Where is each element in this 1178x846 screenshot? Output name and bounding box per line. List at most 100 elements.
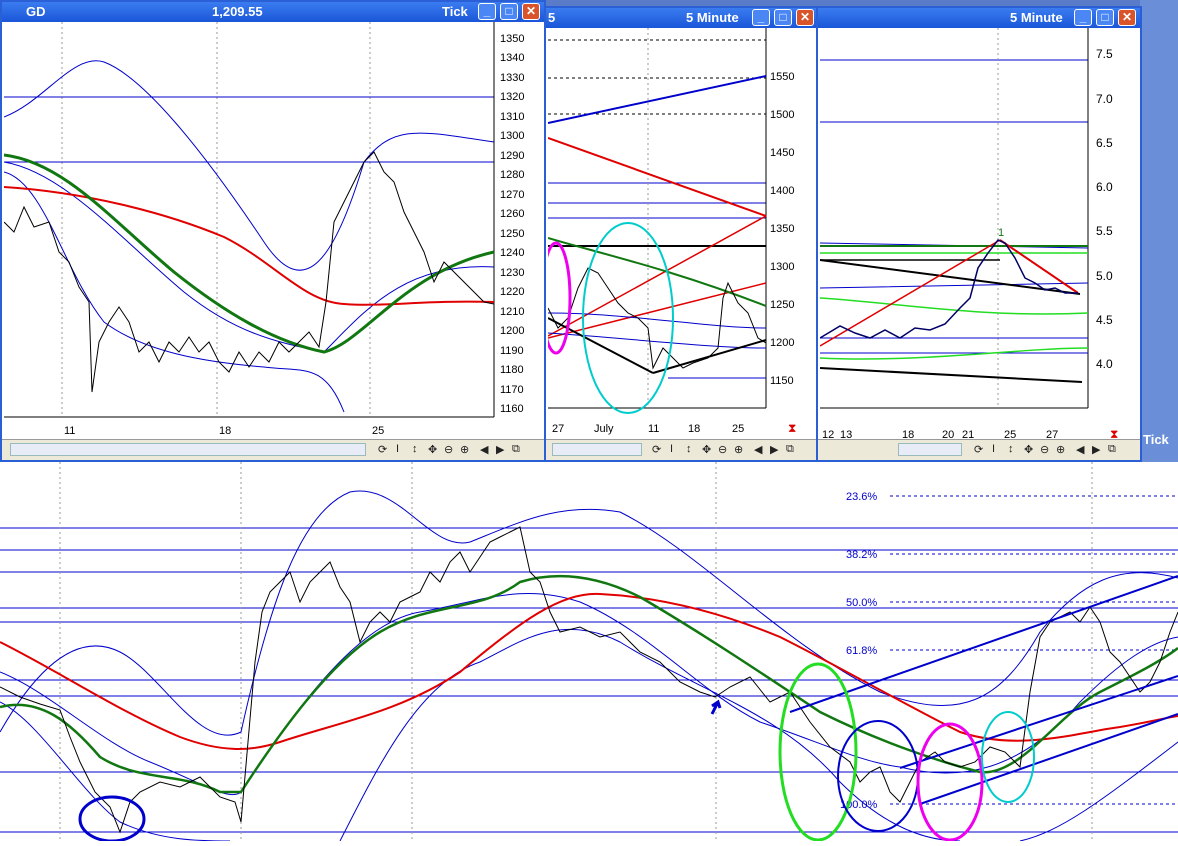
y-tick: 1450	[770, 147, 794, 159]
window-mode: Tick	[442, 4, 468, 19]
close-button[interactable]: ✕	[796, 9, 814, 26]
window-interval: 5 Minute	[1010, 10, 1063, 25]
x-tick: 25	[372, 425, 384, 437]
scroll-left-icon[interactable]: ◀	[480, 443, 488, 456]
period-marker-icon[interactable]: ⧗	[788, 421, 796, 435]
y-axis: 7.5 7.0 6.5 6.0 5.5 5.0 4.5 4.0	[1096, 47, 1113, 371]
red-trendline-up	[820, 239, 1001, 347]
y-tick: 1320	[500, 91, 524, 103]
y-tick: 1350	[770, 223, 794, 235]
y-tick: 1300	[770, 261, 794, 273]
scroll-right-icon[interactable]: ▶	[1092, 443, 1100, 456]
window-symbol: GD	[26, 4, 46, 19]
fib-label: 50.0%	[846, 597, 877, 609]
green-band-lines	[820, 252, 1089, 360]
y-tick: 1200	[500, 325, 524, 337]
zoom-out-icon[interactable]: ⊖	[718, 443, 727, 456]
text-cursor-icon[interactable]: I	[992, 443, 995, 455]
minimize-button[interactable]: _	[1074, 9, 1092, 26]
vertical-move-icon[interactable]: ↕	[686, 443, 692, 455]
chart-window-5-minute[interactable]: 5 5 Minute _ □ ✕ 1550 1500 1450 1400 135…	[544, 6, 820, 462]
y-tick: 1180	[500, 364, 524, 376]
blue-ellipse-left	[78, 795, 146, 843]
cyan-ellipse	[981, 711, 1035, 803]
chart-window-5-minute-2[interactable]: 5 Minute _ □ ✕ 1 7.5 7.0 6.5 6.0 5.5 5.0…	[816, 6, 1142, 462]
restore-icon[interactable]: ⧉	[786, 443, 794, 456]
close-button[interactable]: ✕	[522, 3, 540, 20]
vertical-move-icon[interactable]: ↕	[1008, 443, 1014, 455]
maximize-button[interactable]: □	[500, 3, 518, 20]
window-price: 1,209.55	[212, 4, 263, 19]
green-moving-average	[548, 237, 767, 307]
y-tick: 1200	[770, 337, 794, 349]
y-tick: 1240	[500, 247, 524, 259]
move-icon[interactable]: ✥	[428, 443, 437, 456]
horizontal-scrollbar[interactable]	[10, 443, 366, 456]
refresh-icon[interactable]: ⟳	[974, 443, 983, 456]
y-tick: 7.0	[1096, 92, 1113, 106]
x-tick: 11	[64, 425, 75, 437]
maximize-button[interactable]: □	[1096, 9, 1114, 26]
main-chart-area[interactable]: 23.6% 38.2% 50.0% 61.8% 100.0%	[0, 462, 1178, 843]
x-tick: 11	[648, 423, 659, 435]
y-tick: 1270	[500, 189, 524, 201]
y-tick: 1250	[500, 228, 524, 240]
refresh-icon[interactable]: ⟳	[652, 443, 661, 456]
move-icon[interactable]: ✥	[1024, 443, 1033, 456]
refresh-icon[interactable]: ⟳	[378, 443, 387, 456]
fib-label: 38.2%	[846, 549, 877, 561]
close-button[interactable]: ✕	[1118, 9, 1136, 26]
window-titlebar[interactable]: 5 5 Minute _ □ ✕	[546, 8, 818, 28]
wave-label: 1	[998, 227, 1004, 239]
zoom-in-icon[interactable]: ⊕	[460, 443, 469, 456]
y-tick: 1350	[500, 33, 524, 45]
y-tick: 1280	[500, 169, 524, 181]
restore-icon[interactable]: ⧉	[512, 443, 520, 456]
y-tick: 4.5	[1096, 313, 1113, 327]
scroll-right-icon[interactable]: ▶	[770, 443, 778, 456]
chart-window-gd-tick[interactable]: GD 1,209.55 Tick _ □ ✕ 1350 1340 1330 13…	[0, 0, 546, 462]
vertical-move-icon[interactable]: ↕	[412, 443, 418, 455]
zoom-in-icon[interactable]: ⊕	[1056, 443, 1065, 456]
zoom-out-icon[interactable]: ⊖	[1040, 443, 1049, 456]
minimize-button[interactable]: _	[478, 3, 496, 20]
horizontal-scrollbar[interactable]	[898, 443, 962, 456]
minimize-button[interactable]: _	[752, 9, 770, 26]
x-tick: 18	[219, 425, 231, 437]
y-tick: 1300	[500, 130, 524, 142]
scroll-left-icon[interactable]: ◀	[1076, 443, 1084, 456]
chart-plot-area[interactable]: 1 7.5 7.0 6.5 6.0 5.5 5.0 4.5 4.0 12 13 …	[820, 28, 1138, 440]
window-titlebar[interactable]: 5 Minute _ □ ✕	[818, 8, 1140, 28]
y-tick: 1210	[500, 306, 524, 318]
upper-band	[4, 60, 495, 271]
chart-toolbar: ⟳ I ↕ ✥ ⊖ ⊕ ◀ ▶ ⧉	[2, 439, 544, 460]
y-tick: 1340	[500, 52, 524, 64]
x-tick: 27	[552, 423, 564, 435]
chart-svg: 1550 1500 1450 1400 1350 1300 1250 1200 …	[548, 28, 796, 435]
chart-plot-area[interactable]: 1350 1340 1330 1320 1310 1300 1290 1280 …	[4, 22, 542, 440]
black-trendline-lower	[820, 367, 1083, 383]
y-tick: 1290	[500, 150, 524, 162]
chart-svg: 1 7.5 7.0 6.5 6.0 5.5 5.0 4.5 4.0 12 13 …	[820, 28, 1118, 440]
chart-toolbar: ⟳ I ↕ ✥ ⊖ ⊕ ◀ ▶ ⧉	[818, 439, 1140, 460]
y-tick: 1230	[500, 267, 524, 279]
x-axis: 11 18 25	[64, 425, 384, 437]
chart-plot-area[interactable]: 1550 1500 1450 1400 1350 1300 1250 1200 …	[548, 28, 816, 440]
fib-label: 23.6%	[846, 491, 877, 503]
text-cursor-icon[interactable]: I	[396, 443, 399, 455]
zoom-out-icon[interactable]: ⊖	[444, 443, 453, 456]
horizontal-scrollbar[interactable]	[552, 443, 642, 456]
y-tick: 1160	[500, 403, 524, 415]
scroll-right-icon[interactable]: ▶	[496, 443, 504, 456]
move-icon[interactable]: ✥	[702, 443, 711, 456]
restore-icon[interactable]: ⧉	[1108, 443, 1116, 456]
chart-toolbar: ⟳ I ↕ ✥ ⊖ ⊕ ◀ ▶ ⧉	[546, 439, 818, 460]
text-cursor-icon[interactable]: I	[670, 443, 673, 455]
scroll-left-icon[interactable]: ◀	[754, 443, 762, 456]
zoom-in-icon[interactable]: ⊕	[734, 443, 743, 456]
y-tick: 6.5	[1096, 136, 1113, 150]
maximize-button[interactable]: □	[774, 9, 792, 26]
x-tick: 18	[688, 423, 700, 435]
window-titlebar[interactable]: GD 1,209.55 Tick _ □ ✕	[2, 2, 544, 22]
y-tick: 5.5	[1096, 224, 1113, 238]
